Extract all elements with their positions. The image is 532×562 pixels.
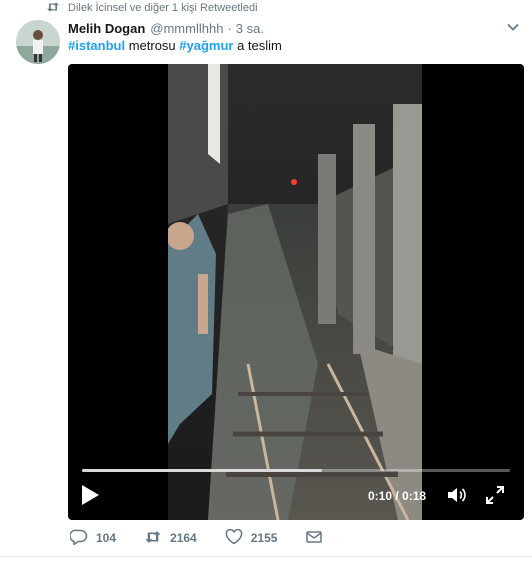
volume-icon — [446, 488, 468, 509]
tweet-actions: 104 2164 2155 — [69, 528, 351, 548]
reply-button[interactable]: 104 — [69, 529, 117, 548]
author-name[interactable]: Melih Dogan — [68, 21, 145, 36]
hashtag-link[interactable]: #yağmur — [179, 38, 233, 53]
retweet-count: 2164 — [170, 531, 197, 545]
retweet-icon — [46, 1, 60, 16]
author-handle[interactable]: @mmmllhhh — [150, 21, 223, 36]
tweet-header: Melih Dogan @mmmllhhh · 3 sa. — [68, 18, 520, 38]
like-count: 2155 — [250, 531, 278, 545]
tweet-text: #istanbul metrosu #yağmur a teslim — [68, 37, 282, 55]
reply-count: 104 — [96, 531, 117, 545]
divider — [0, 556, 532, 557]
fullscreen-icon — [486, 486, 504, 508]
retweeted-by-text[interactable]: Dilek İcinsel ve diğer 1 kişi Retweetled… — [68, 2, 258, 14]
like-button[interactable]: 2155 — [225, 528, 278, 548]
retweeted-by-line: Dilek İcinsel ve diğer 1 kişi Retweetled… — [46, 0, 258, 16]
fullscreen-button[interactable] — [486, 486, 504, 504]
heart-icon — [225, 528, 243, 548]
reply-icon — [69, 529, 88, 548]
hashtag-link[interactable]: #istanbul — [68, 38, 125, 53]
video-player[interactable]: 0:10 / 0:18 — [68, 64, 524, 520]
video-progress-bar[interactable] — [82, 469, 510, 472]
play-icon — [80, 485, 100, 510]
tweet-text-segment: metrosu — [125, 38, 180, 53]
envelope-icon — [305, 529, 323, 548]
volume-button[interactable] — [446, 485, 468, 505]
video-progress-fill — [82, 469, 322, 472]
avatar[interactable] — [16, 20, 60, 64]
retweet-icon — [144, 529, 162, 548]
play-button[interactable] — [80, 484, 100, 506]
separator: · — [227, 20, 232, 36]
tweet-timestamp[interactable]: 3 sa. — [236, 21, 264, 36]
tweet-text-segment: a teslim — [233, 38, 282, 53]
retweet-button[interactable]: 2164 — [144, 529, 197, 548]
chevron-down-icon[interactable] — [506, 20, 520, 34]
video-time-readout: 0:10 / 0:18 — [368, 489, 427, 503]
direct-message-button[interactable] — [305, 529, 323, 548]
video-frame — [168, 64, 422, 520]
